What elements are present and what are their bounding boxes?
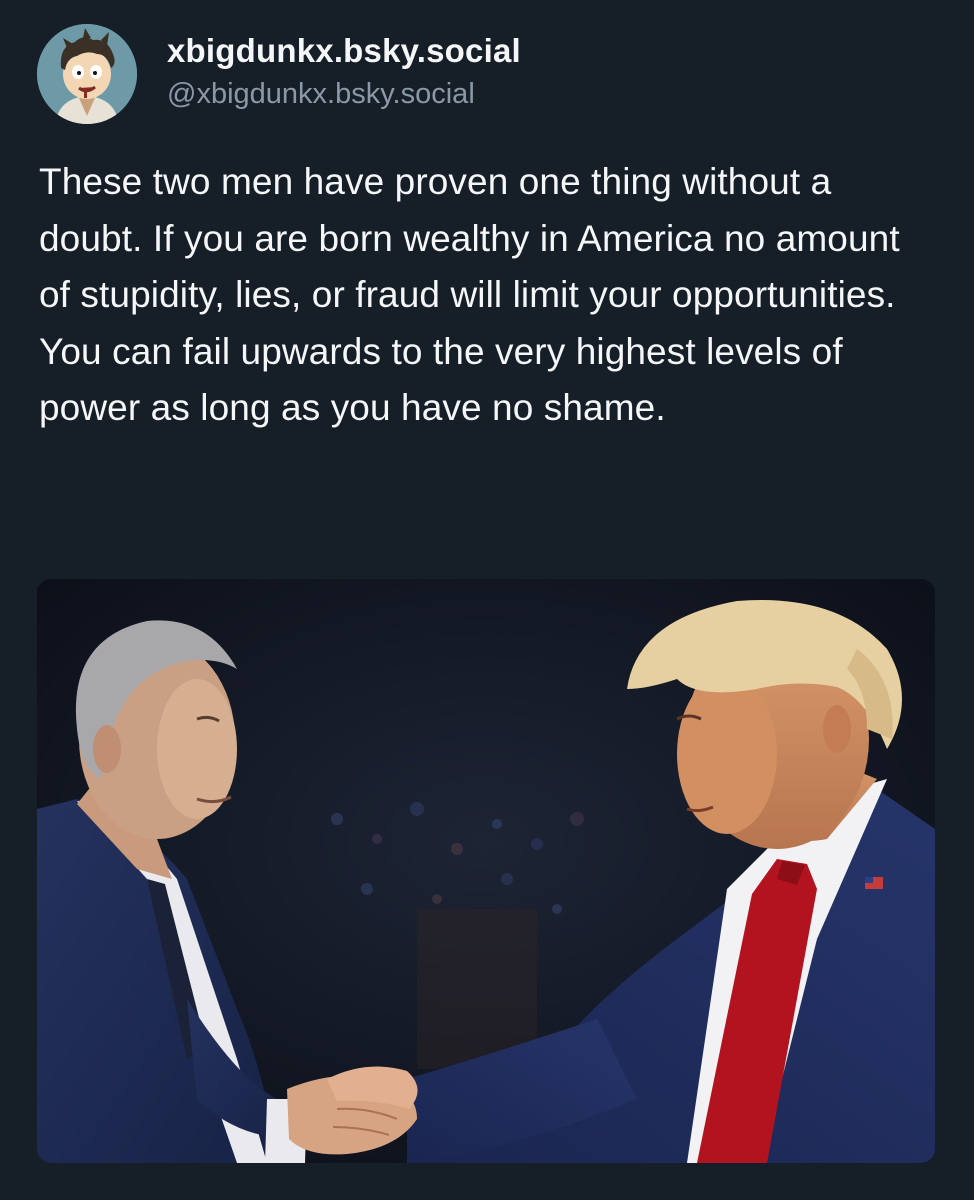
author-handle[interactable]: @xbigdunkx.bsky.social [167,74,521,114]
post-card: xbigdunkx.bsky.social @xbigdunkx.bsky.so… [0,0,974,1200]
author-display-name[interactable]: xbigdunkx.bsky.social [167,28,521,74]
cartoon-character-avatar-icon [37,24,137,124]
post-header: xbigdunkx.bsky.social @xbigdunkx.bsky.so… [37,24,937,124]
author-names: xbigdunkx.bsky.social @xbigdunkx.bsky.so… [167,28,521,114]
post-photo[interactable] [37,579,935,1163]
post-text: These two men have proven one thing with… [39,161,900,428]
avatar[interactable] [37,24,137,124]
handshake-photo [37,579,935,1163]
